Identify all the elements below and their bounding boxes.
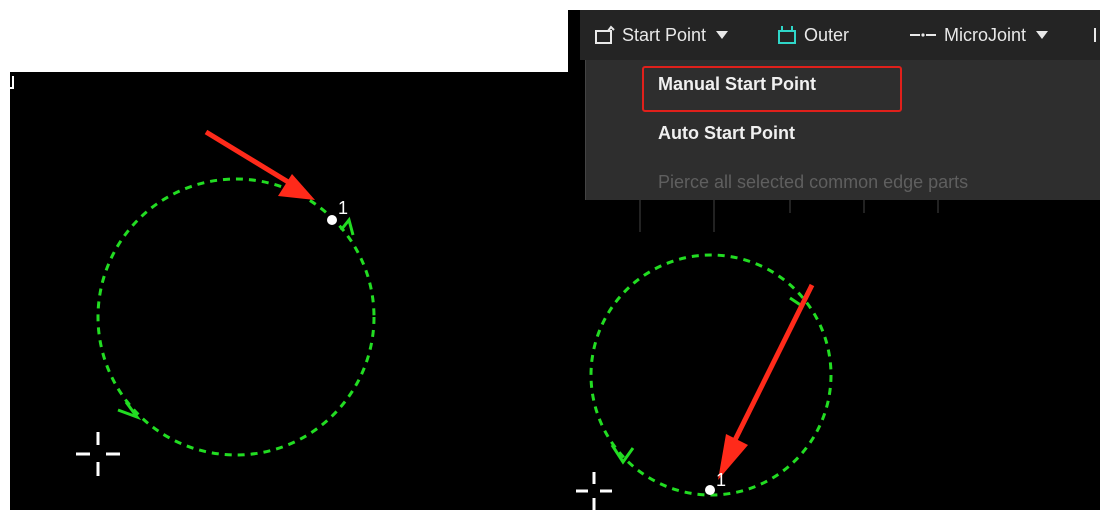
start-point-marker[interactable]	[705, 485, 715, 495]
chevron-down-icon	[1036, 31, 1049, 39]
crosshair-cursor-icon	[576, 472, 612, 510]
start-point-button-label: Start Point	[622, 24, 707, 45]
start-point-dropdown-button[interactable]: Start Point	[594, 22, 729, 48]
menu-item-pierce-common-edge: Pierce all selected common edge parts	[658, 172, 969, 192]
overflow-toolbar-item[interactable]	[1094, 22, 1096, 48]
crosshair-cursor-icon	[76, 432, 120, 476]
toolbar: Start Point Outer MicroJoint	[580, 10, 1100, 60]
annotation-arrow-icon	[718, 283, 815, 480]
left-canvas-drawing: 1	[10, 76, 376, 476]
menu-item-auto-start-point[interactable]: Auto Start Point	[658, 123, 795, 144]
microjoint-icon	[910, 33, 936, 37]
outer-icon	[778, 26, 796, 44]
toolpath-circle[interactable]	[589, 253, 833, 497]
start-point-marker[interactable]	[327, 215, 337, 225]
start-point-menu: Manual Start Point Auto Start Point Pier…	[585, 60, 1100, 200]
microjoint-dropdown-button[interactable]: MicroJoint	[908, 22, 1049, 48]
start-point-icon	[595, 25, 615, 44]
microjoint-button-label: MicroJoint	[944, 24, 1027, 45]
menu-item-manual-start-point[interactable]: Manual Start Point	[658, 74, 816, 95]
direction-chevron-icon	[610, 444, 635, 465]
chevron-down-icon	[716, 31, 729, 39]
left-cad-canvas[interactable]: 1	[10, 72, 568, 510]
ruler-ticks	[639, 200, 939, 232]
start-point-label: 1	[716, 470, 726, 490]
start-point-label: 1	[338, 198, 348, 218]
outer-button[interactable]: Outer	[776, 22, 849, 48]
corner-marker-icon	[10, 76, 14, 89]
annotation-arrow-icon	[204, 129, 315, 200]
outer-button-label: Outer	[804, 24, 850, 45]
right-cad-canvas[interactable]: 1 Start Point Outer MicroJoint Manual St…	[568, 10, 1100, 510]
direction-chevron-icon	[339, 216, 355, 236]
